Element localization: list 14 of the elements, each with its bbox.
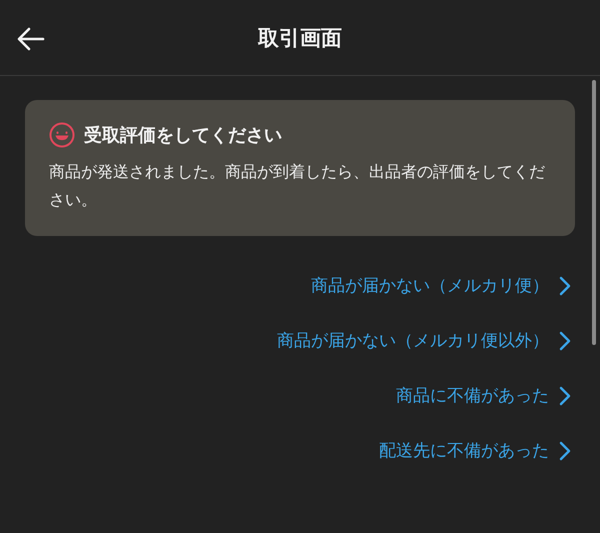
chevron-right-icon: [559, 386, 571, 406]
help-link[interactable]: 商品が届かない（メルカリ便以外）: [277, 327, 571, 355]
notice-title: 受取評価をしてください: [84, 124, 282, 147]
help-link[interactable]: 商品に不備があった: [396, 382, 571, 410]
back-arrow-icon: [17, 27, 45, 51]
scrollbar[interactable]: [592, 80, 596, 345]
chevron-right-icon: [559, 441, 571, 461]
notice-message: 商品が発送されました。商品が到着したら、出品者の評価をしてください。: [49, 161, 546, 211]
smiley-face-icon: [49, 122, 75, 148]
help-link[interactable]: 配送先に不備があった: [379, 437, 571, 465]
chevron-right-icon: [559, 331, 571, 351]
chevron-right-icon: [559, 276, 571, 296]
help-link[interactable]: 商品が届かない（メルカリ便）: [311, 272, 571, 300]
screen-title: 取引画面: [258, 24, 342, 52]
